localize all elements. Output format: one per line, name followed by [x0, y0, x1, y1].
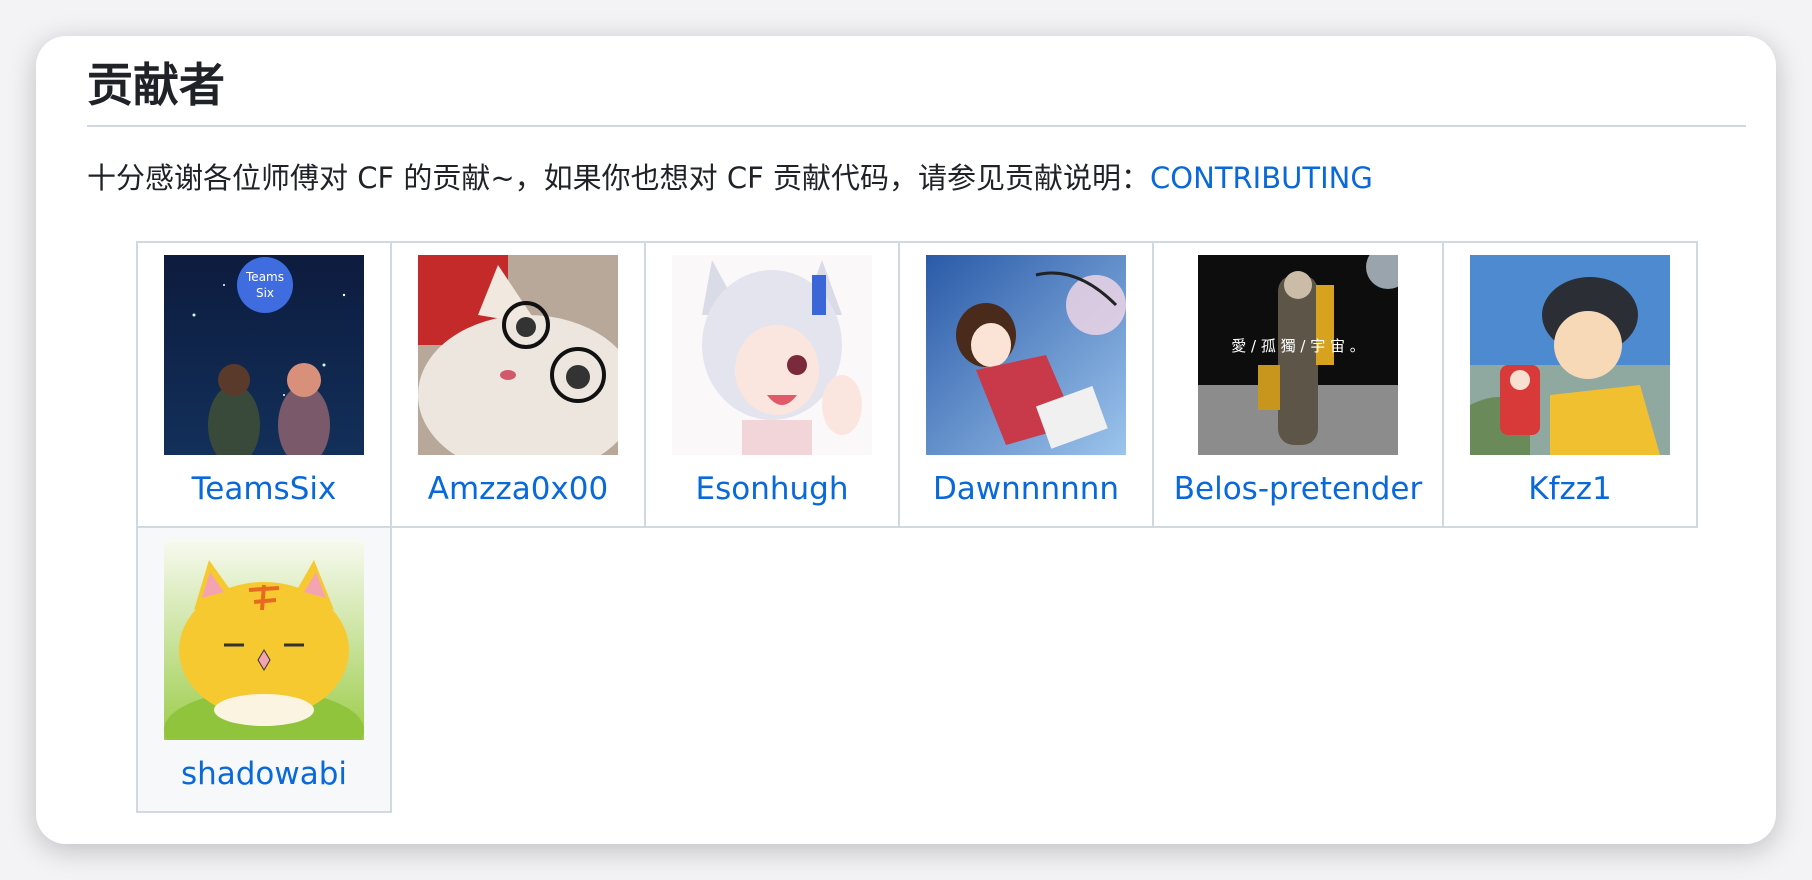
contributor-cell: shadowabi — [136, 526, 392, 813]
anime-girl-avatar[interactable] — [672, 255, 872, 455]
contributor-name-link[interactable]: Amzza0x00 — [428, 471, 608, 508]
contributors-card: 贡献者 十分感谢各位师傅对 CF 的贡献~，如果你也想对 CF 贡献代码，请参见… — [36, 36, 1776, 844]
contributors-table: Teams Six TeamsSix Amzza0x00 Esonhugh Da… — [136, 241, 1698, 813]
contributor-cell: Amzza0x00 — [390, 241, 646, 528]
anime-girl-sky-avatar[interactable] — [926, 255, 1126, 455]
contributor-name-link[interactable]: Dawnnnnnn — [933, 471, 1119, 508]
yellow-cat-avatar[interactable] — [164, 540, 364, 740]
night-sky-avatar[interactable]: Teams Six — [164, 255, 364, 455]
empty-cell — [391, 527, 1697, 812]
contributor-cell: Esonhugh — [644, 241, 900, 528]
title-divider — [87, 125, 1746, 127]
avatar-text: Six — [256, 286, 274, 300]
moon-soldier-avatar[interactable]: 愛 / 孤 獨 / 宇 宙 。 — [1198, 255, 1398, 455]
contributing-link[interactable]: CONTRIBUTING — [1150, 161, 1373, 195]
cat-with-glasses-avatar[interactable] — [418, 255, 618, 455]
section-title: 贡献者 — [87, 58, 225, 112]
avatar-text: Teams — [245, 270, 284, 284]
contributor-name-link[interactable]: Kfzz1 — [1528, 471, 1612, 508]
boy-by-sea-avatar[interactable] — [1470, 255, 1670, 455]
intro-text: 十分感谢各位师傅对 CF 的贡献~，如果你也想对 CF 贡献代码，请参见贡献说明… — [87, 161, 1151, 195]
contributors-row: Teams Six TeamsSix Amzza0x00 Esonhugh Da… — [136, 241, 1698, 528]
contributor-name-link[interactable]: Esonhugh — [696, 471, 849, 508]
contributor-name-link[interactable]: TeamsSix — [192, 471, 337, 508]
contributor-cell: 愛 / 孤 獨 / 宇 宙 。 Belos-pretender — [1152, 241, 1444, 528]
contributor-cell: Kfzz1 — [1442, 241, 1698, 528]
contributor-name-link[interactable]: shadowabi — [181, 756, 347, 793]
intro-paragraph: 十分感谢各位师傅对 CF 的贡献~，如果你也想对 CF 贡献代码，请参见贡献说明… — [87, 158, 1373, 199]
contributor-cell: Teams Six TeamsSix — [136, 241, 392, 528]
avatar-text: 愛 / 孤 獨 / 宇 宙 。 — [1231, 337, 1365, 355]
contributor-name-link[interactable]: Belos-pretender — [1174, 471, 1422, 508]
contributors-row: shadowabi — [136, 526, 1697, 813]
contributor-cell: Dawnnnnnn — [898, 241, 1154, 528]
